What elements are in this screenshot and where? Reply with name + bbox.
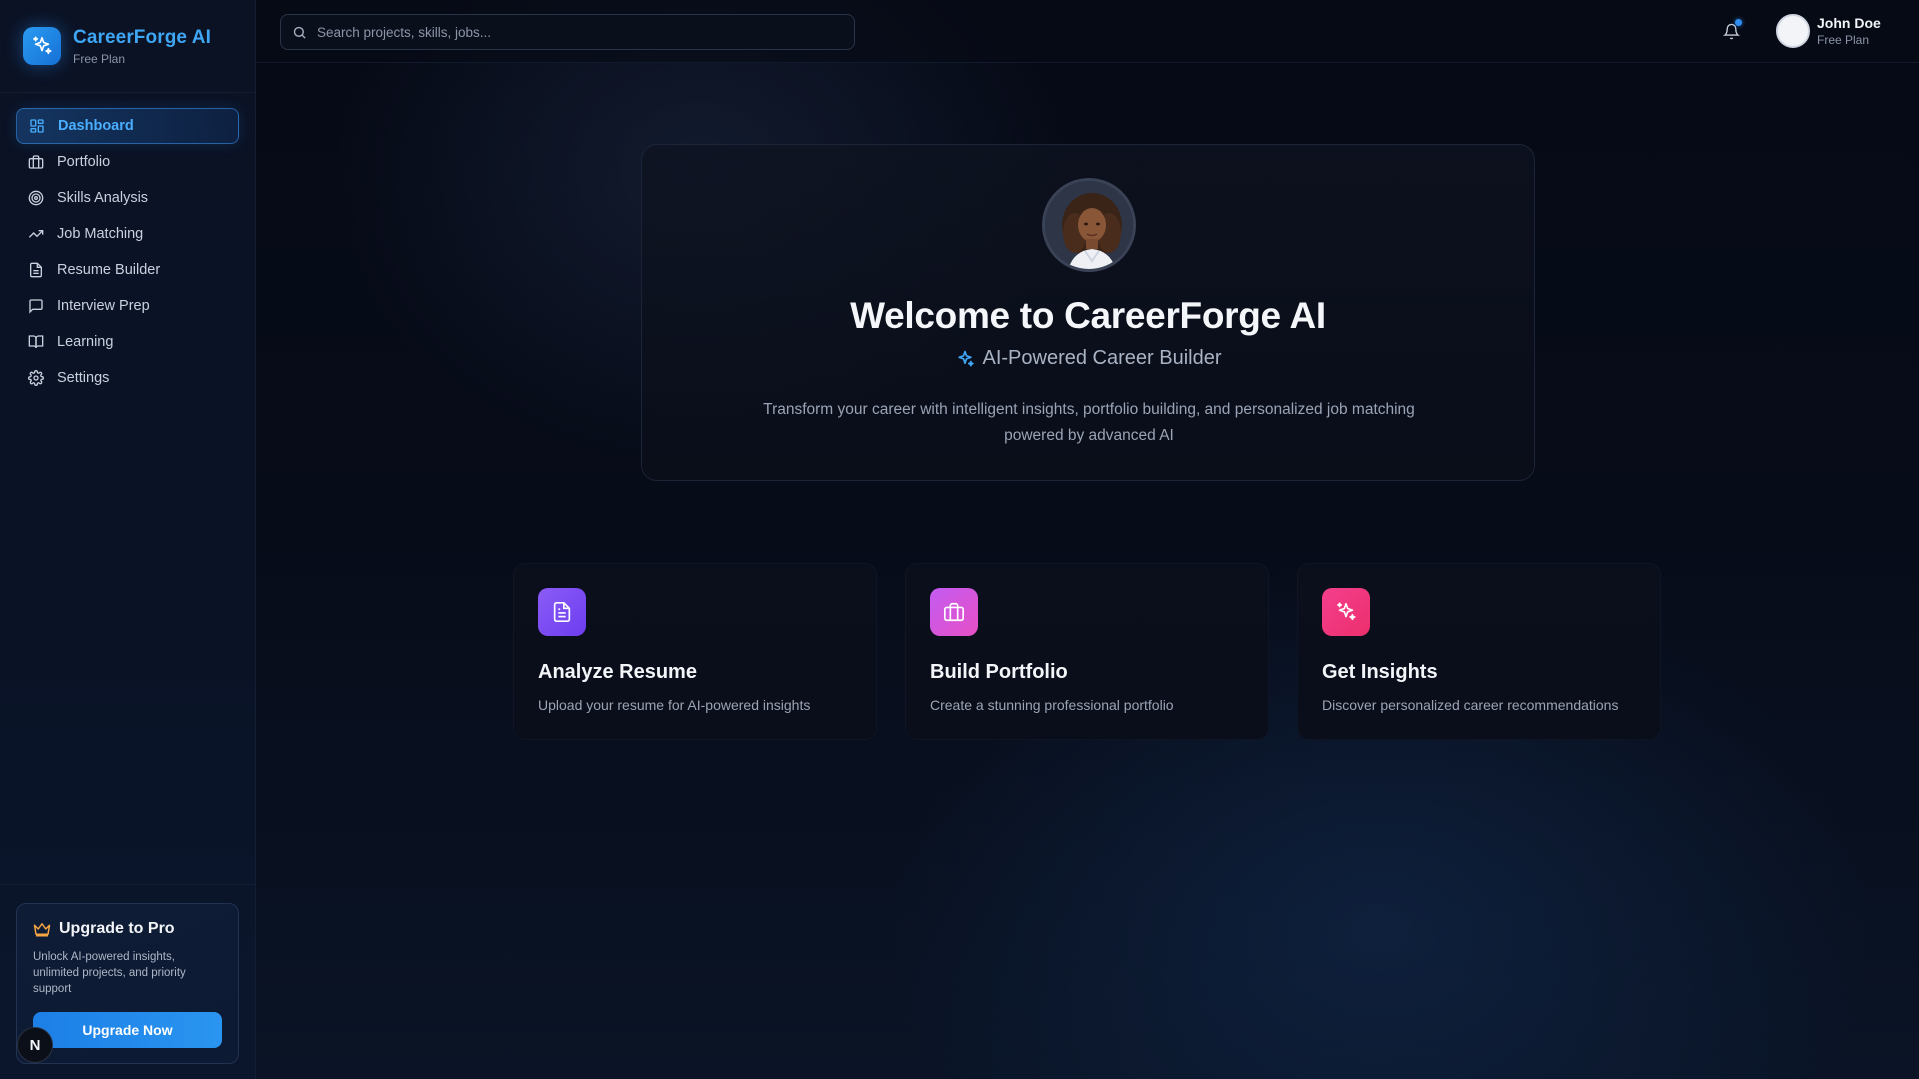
avatar xyxy=(1776,14,1810,48)
file-text-icon xyxy=(538,588,586,636)
card-description: Upload your resume for AI-powered insigh… xyxy=(538,697,811,713)
file-text-icon xyxy=(28,262,44,278)
card-description: Discover personalized career recommendat… xyxy=(1322,697,1619,713)
sidebar-item-label: Portfolio xyxy=(57,154,111,170)
welcome-hero: Welcome to CareerForge AI AI-Powered Car… xyxy=(641,144,1535,481)
sidebar-item-label: Skills Analysis xyxy=(57,190,149,206)
card-title: Analyze Resume xyxy=(538,661,697,683)
search-input[interactable] xyxy=(317,24,837,40)
book-open-icon xyxy=(28,334,44,350)
search-box[interactable] xyxy=(280,14,855,50)
sidebar-item-learning[interactable]: Learning xyxy=(16,324,239,360)
hero-subtitle: AI-Powered Career Builder xyxy=(982,347,1222,369)
sidebar-nav: Dashboard Portfolio Skills Analysis Job … xyxy=(0,93,255,396)
top-bar: John Doe Free Plan xyxy=(256,0,1919,63)
sidebar-item-label: Job Matching xyxy=(57,226,144,242)
crown-icon xyxy=(33,920,51,938)
sparkles-icon xyxy=(955,349,975,369)
sidebar-item-portfolio[interactable]: Portfolio xyxy=(16,144,239,180)
sparkles-icon xyxy=(23,27,61,65)
sidebar: CareerForge AI Free Plan Dashboard Portf… xyxy=(0,0,256,1079)
page-title: Welcome to CareerForge AI xyxy=(850,295,1326,336)
notification-dot xyxy=(1735,19,1742,26)
sidebar-item-label: Settings xyxy=(57,370,110,386)
get-insights-card[interactable]: Get Insights Discover personalized caree… xyxy=(1297,563,1661,740)
briefcase-icon xyxy=(28,154,44,170)
brand[interactable]: CareerForge AI Free Plan xyxy=(0,0,255,93)
card-title: Build Portfolio xyxy=(930,661,1068,683)
sidebar-item-job-matching[interactable]: Job Matching xyxy=(16,216,239,252)
sidebar-item-label: Resume Builder xyxy=(57,262,161,278)
upgrade-title: Upgrade to Pro xyxy=(59,920,175,937)
sidebar-item-skills-analysis[interactable]: Skills Analysis xyxy=(16,180,239,216)
sidebar-item-dashboard[interactable]: Dashboard xyxy=(16,108,239,144)
analyze-resume-card[interactable]: Analyze Resume Upload your resume for AI… xyxy=(513,563,877,740)
target-icon xyxy=(28,190,44,206)
trending-up-icon xyxy=(28,226,44,242)
brand-name: CareerForge AI xyxy=(73,26,211,48)
sidebar-item-resume-builder[interactable]: Resume Builder xyxy=(16,252,239,288)
user-menu[interactable]: John Doe Free Plan xyxy=(1776,14,1881,48)
n-badge[interactable]: N xyxy=(17,1027,53,1063)
sidebar-item-label: Interview Prep xyxy=(57,298,150,314)
sidebar-item-settings[interactable]: Settings xyxy=(16,360,239,396)
notification-button[interactable] xyxy=(1720,19,1742,42)
card-title: Get Insights xyxy=(1322,661,1438,683)
hero-description: Transform your career with intelligent i… xyxy=(763,401,1415,444)
briefcase-icon xyxy=(930,588,978,636)
gear-icon xyxy=(28,370,44,386)
user-plan: Free Plan xyxy=(1817,33,1870,47)
hero-avatar xyxy=(1042,178,1136,272)
brand-plan: Free Plan xyxy=(73,51,126,66)
user-name: John Doe xyxy=(1817,15,1881,31)
build-portfolio-card[interactable]: Build Portfolio Create a stunning profes… xyxy=(905,563,1269,740)
search-icon xyxy=(292,25,307,40)
sidebar-item-interview-prep[interactable]: Interview Prep xyxy=(16,288,239,324)
sidebar-item-label: Dashboard xyxy=(58,118,134,134)
card-description: Create a stunning professional portfolio xyxy=(930,697,1174,713)
layout-grid-icon xyxy=(29,118,45,134)
sidebar-divider xyxy=(0,884,256,885)
sparkles-icon xyxy=(1322,588,1370,636)
message-square-icon xyxy=(28,298,44,314)
sidebar-item-label: Learning xyxy=(57,334,114,350)
upgrade-now-button[interactable]: Upgrade Now xyxy=(33,1012,222,1048)
upgrade-description: Unlock AI-powered insights, unlimited pr… xyxy=(33,951,186,995)
